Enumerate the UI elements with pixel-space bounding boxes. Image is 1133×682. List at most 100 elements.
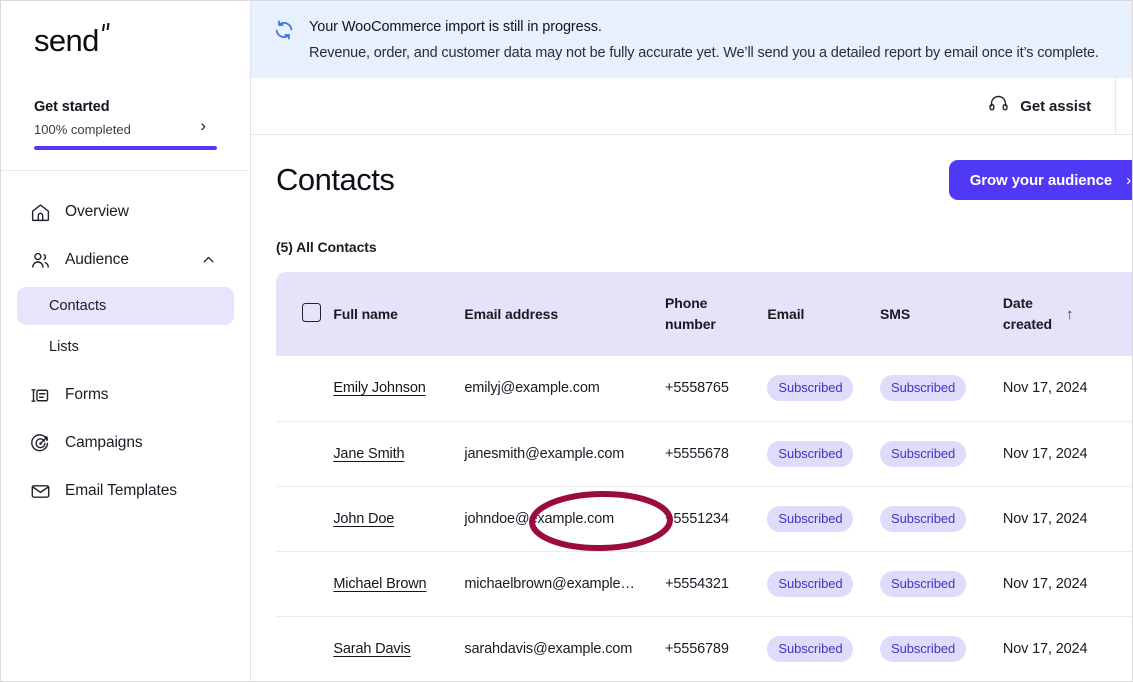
send-logo-ticks-icon xyxy=(101,22,110,31)
home-icon xyxy=(29,201,51,223)
row-more-menu-icon[interactable] xyxy=(1131,445,1132,462)
sidebar-item-email-templates[interactable]: Email Templates xyxy=(17,470,234,512)
cell-row-actions[interactable] xyxy=(1131,551,1132,616)
brand-logo[interactable]: send xyxy=(1,1,250,79)
sidebar-item-label: Forms xyxy=(65,386,109,403)
table-header-row: Full name Email address Phone number Ema… xyxy=(276,272,1132,357)
contact-name-link[interactable]: Emily Johnson xyxy=(333,380,425,396)
cell-phone-number: +5556789 xyxy=(665,640,729,657)
get-started-title: Get started xyxy=(34,99,110,115)
cell-row-actions[interactable] xyxy=(1131,356,1132,421)
banner-line-2: Revenue, order, and customer data may no… xyxy=(309,45,1099,62)
sort-ascending-icon[interactable]: ↑ xyxy=(1066,306,1074,323)
header-email-address[interactable]: Email address xyxy=(464,272,666,357)
contacts-table-head: Full name Email address Phone number Ema… xyxy=(276,272,1132,357)
cell-email-address: johndoe@example.com xyxy=(464,510,615,527)
contacts-table-body: Emily Johnson emilyj@example.com +5558765 S… xyxy=(276,356,1132,681)
row-more-menu-icon[interactable] xyxy=(1131,510,1132,527)
cell-phone-number: +5558765 xyxy=(665,380,729,397)
get-assist-label: Get assist xyxy=(1020,97,1091,115)
status-badge: Subscribed xyxy=(880,440,967,467)
row-more-menu-icon[interactable] xyxy=(1131,575,1132,592)
status-badge: Subscribed xyxy=(767,375,854,402)
contacts-count-label: (5) All Contacts xyxy=(276,239,377,256)
contact-name-link[interactable]: Jane Smith xyxy=(333,446,404,462)
table-row[interactable]: Emily Johnson emilyj@example.com +5558765 S… xyxy=(276,356,1132,422)
cell-sms-status: Subscribed xyxy=(880,356,1003,421)
header-date-created[interactable]: Date created ↑ xyxy=(1002,272,1131,357)
chevron-up-icon[interactable] xyxy=(201,253,216,268)
get-started-progress-bar xyxy=(34,146,217,150)
banner-line-1: Your WooCommerce import is still in prog… xyxy=(309,19,602,35)
page-title: Contacts xyxy=(276,162,395,198)
contacts-table: Full name Email address Phone number Ema… xyxy=(276,272,1132,681)
sync-refresh-icon xyxy=(273,19,295,41)
cell-date-created: Nov 17, 2024 xyxy=(1002,575,1088,592)
table-row[interactable]: Jane Smith janesmith@example.com +5555678 S… xyxy=(276,421,1132,487)
get-started-panel[interactable]: Get started 100% completed › xyxy=(1,79,250,171)
brand-logo-text: send xyxy=(34,22,99,58)
cell-phone-number: +5554321 xyxy=(665,575,729,592)
header-email-status[interactable]: Email xyxy=(767,272,881,357)
sidebar-nav: Overview Audience Contacts Lists Forms C… xyxy=(1,171,250,681)
contact-name-link[interactable]: Michael Brown xyxy=(333,576,426,592)
grow-your-audience-button[interactable]: Grow your audience › xyxy=(948,160,1132,201)
get-started-chevron-icon[interactable]: › xyxy=(200,117,206,134)
status-badge: Subscribed xyxy=(767,440,854,467)
get-assist-button[interactable]: Get assist xyxy=(978,78,1116,135)
sidebar-item-audience[interactable]: Audience xyxy=(17,239,234,281)
row-more-menu-icon[interactable] xyxy=(1131,640,1132,657)
page-header: Contacts Grow your audience › xyxy=(276,135,1132,201)
contact-name-link[interactable]: John Doe xyxy=(333,511,394,527)
table-row[interactable]: John Doe johndoe@example.com +5551234 Subsc… xyxy=(276,486,1132,552)
sidebar-subitem-label: Contacts xyxy=(49,298,107,314)
cell-row-actions[interactable] xyxy=(1131,486,1132,551)
header-full-name[interactable]: Full name xyxy=(333,272,465,357)
cell-email-status: Subscribed xyxy=(767,421,880,486)
cell-sms-status: Subscribed xyxy=(880,616,1003,681)
sidebar: send Get started 100% completed › Overvi… xyxy=(1,1,251,681)
cell-row-actions[interactable] xyxy=(1131,421,1132,486)
row-select-cell xyxy=(276,551,333,616)
forms-icon xyxy=(29,384,51,406)
cell-full-name: Michael Brown xyxy=(333,551,464,616)
header-phone-number[interactable]: Phone number xyxy=(665,272,768,357)
chevron-right-icon: › xyxy=(1126,171,1131,189)
sidebar-item-campaigns[interactable]: Campaigns xyxy=(17,422,234,464)
contact-name-link[interactable]: Sarah Davis xyxy=(333,641,410,657)
status-badge: Subscribed xyxy=(880,570,967,597)
cell-sms-status: Subscribed xyxy=(880,486,1003,551)
status-badge: Subscribed xyxy=(767,505,854,532)
target-icon xyxy=(29,432,51,454)
sidebar-item-lists[interactable]: Lists xyxy=(17,328,234,366)
row-more-menu-icon[interactable] xyxy=(1131,380,1132,397)
table-row[interactable]: Sarah Davis sarahdavis@example.com +555678… xyxy=(276,616,1132,681)
header-sms-status[interactable]: SMS xyxy=(880,272,1003,357)
header-date-line1: Date xyxy=(1002,295,1033,312)
app-window: send Get started 100% completed › Overvi… xyxy=(0,0,1133,682)
get-started-progress-text: 100% completed xyxy=(34,122,131,137)
status-badge: Subscribed xyxy=(767,570,854,597)
cell-row-actions[interactable] xyxy=(1131,616,1132,681)
sidebar-item-overview[interactable]: Overview xyxy=(17,191,234,233)
select-all-checkbox[interactable] xyxy=(302,303,321,323)
top-bar: Get assist xyxy=(251,78,1132,136)
cell-date-created: Nov 17, 2024 xyxy=(1002,380,1088,397)
cell-phone-number: +5555678 xyxy=(665,445,729,462)
row-select-cell xyxy=(276,356,333,421)
sidebar-item-forms[interactable]: Forms xyxy=(17,374,234,416)
row-select-cell xyxy=(276,486,333,551)
status-badge: Subscribed xyxy=(880,635,967,662)
cell-email-address: michaelbrown@example… xyxy=(464,575,635,592)
cell-date-created: Nov 17, 2024 xyxy=(1002,510,1088,527)
cell-email-status: Subscribed xyxy=(767,356,880,421)
sidebar-item-label: Audience xyxy=(65,251,129,268)
cell-email-status: Subscribed xyxy=(767,616,880,681)
sidebar-item-label: Email Templates xyxy=(65,482,177,499)
cell-phone-number: +5551234 xyxy=(665,510,729,527)
cell-full-name: John Doe xyxy=(333,486,464,551)
cell-date-created: Nov 17, 2024 xyxy=(1002,640,1088,657)
sidebar-item-contacts[interactable]: Contacts xyxy=(17,287,234,325)
table-row[interactable]: Michael Brown michaelbrown@example… +55543… xyxy=(276,551,1132,617)
main-area: Your WooCommerce import is still in prog… xyxy=(251,1,1132,681)
